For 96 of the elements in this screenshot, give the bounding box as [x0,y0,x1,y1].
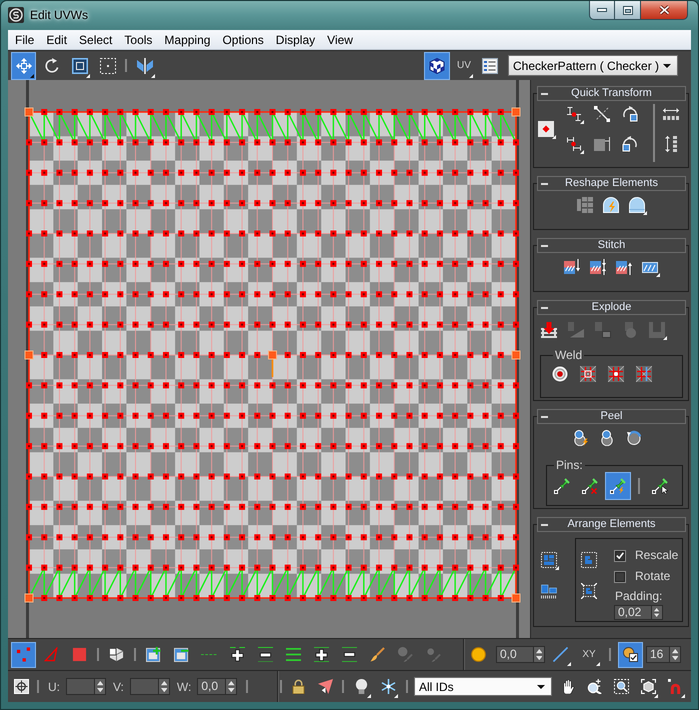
cube-icon [109,647,124,662]
spinner-button[interactable] [534,646,545,663]
uv-button[interactable]: UV [453,52,475,80]
bulb-icon [354,679,368,694]
pin-cross-icon [582,478,598,494]
triangle-outline-icon [44,647,59,662]
maximize-icon [622,6,632,14]
window-title: Edit UVWs [30,8,88,22]
id-filter-dropdown[interactable]: All IDs [414,677,552,696]
rollout-header[interactable]: Arrange Elements [537,517,686,532]
option-label: Rotate [635,570,670,583]
up-down-arrows-icon [160,680,168,692]
up-down-arrows-icon [536,648,542,660]
menu-item[interactable]: Mapping [158,30,216,48]
target-icon [552,366,568,382]
menu-item[interactable]: Tools [118,30,158,48]
up-down-arrows-icon [228,680,235,692]
rollout-header[interactable]: Peel [537,409,686,424]
rollout-header[interactable]: Quick Transform [537,86,686,101]
minimize-button[interactable] [589,1,615,20]
weld-all-icon [608,366,624,382]
square-icon [72,647,87,662]
menu-item[interactable]: View [321,30,359,48]
magnet-icon [668,679,682,694]
group-label: Pins: [555,458,584,472]
number-field[interactable]: 0,02 [614,605,652,620]
checker-button[interactable] [424,52,450,80]
rollout-header[interactable]: Explode [537,300,686,315]
number-field[interactable] [130,678,159,695]
texture-dropdown[interactable]: CheckerPattern ( Checker ) [508,55,678,76]
checkbox[interactable] [614,570,626,582]
auto-pin-button[interactable] [605,472,631,500]
zoom-extents-icon [640,679,656,694]
pin-bolt-icon [610,478,626,494]
up-down-arrows-icon [654,608,660,617]
number-field[interactable]: 0,0 [197,678,226,695]
move-button[interactable] [11,52,36,80]
menu-item[interactable]: Edit [40,30,74,48]
spinner-button[interactable] [226,678,238,695]
close-button[interactable] [641,1,688,20]
caret-icon [537,684,545,688]
pin-icon [554,478,570,494]
peel-bolt-icon [572,430,588,446]
coordinate-label: V: [113,680,124,694]
dome-icon [629,197,645,213]
up-down-arrows-icon [672,648,678,660]
vertex-mode-button[interactable] [11,642,36,668]
menu-item[interactable]: File [9,30,40,48]
scale-icon [72,58,88,74]
circle-icon [470,647,486,662]
settings-button[interactable] [618,642,643,668]
menu-item[interactable]: Options [216,30,270,48]
pack-rescale-icon [581,583,597,599]
number-field[interactable]: 0,0 [496,646,534,663]
pin-cursor-icon [652,478,668,494]
number-field[interactable]: 16 [646,646,670,663]
coordinate-label: U: [48,680,60,694]
menu-item[interactable]: Select [73,30,118,48]
group-label: Weld [554,348,584,362]
reset-peel-icon [626,430,642,446]
number-field[interactable] [66,678,95,695]
maximize-button[interactable] [615,1,641,20]
coordinate-label: W: [176,680,192,694]
menu-item[interactable]: Display [270,30,322,48]
spinner-button[interactable] [95,678,106,695]
pivot-icon [538,121,554,137]
peel-icon [599,430,615,446]
vertex-dots-icon [16,647,31,662]
align-vertical-icon [566,136,582,152]
pack-normalize-icon [581,552,597,568]
spinner-button[interactable] [652,605,663,620]
up-down-arrows-icon [96,680,104,692]
axis-button[interactable]: XY [576,642,602,668]
mirror-icon [136,58,152,74]
diagonal-line-icon [553,647,568,662]
stitch-icon [642,259,658,275]
spinner-button[interactable] [158,678,170,695]
snowflake-icon [380,679,396,694]
weld-icon [580,366,596,382]
checkbox[interactable] [614,550,626,562]
minimize-icon [597,8,607,12]
caret-icon [663,64,671,68]
field-label: Padding: [615,589,664,603]
close-icon [658,5,670,15]
crosshair-icon [14,679,28,694]
pack-icon [541,552,557,568]
app-icon [8,7,24,23]
rollout-header[interactable]: Stitch [537,238,686,253]
align-horizontal-icon [566,106,582,122]
weld-line-icon [636,366,652,382]
spinner-button[interactable] [670,646,681,663]
rollout-header[interactable]: Reshape Elements [537,176,686,191]
checkmark-icon [616,552,624,560]
option-label: Rescale [635,549,678,562]
circle-checkbox-icon [623,647,638,662]
move-icon [16,58,32,74]
